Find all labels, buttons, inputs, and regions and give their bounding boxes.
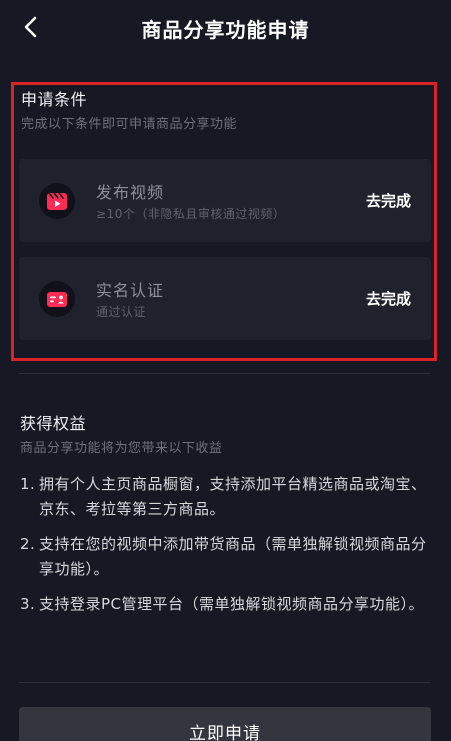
benefit-number: 2. [20, 535, 36, 553]
page: 商品分享功能申请 申请条件 完成以下条件即可申请商品分享功能 发布视频 ≥10个… [0, 0, 451, 741]
divider [19, 373, 431, 374]
benefit-text: 支持登录PC管理平台（需单独解锁视频商品分享功能）。 [39, 595, 425, 613]
benefit-number: 3. [20, 595, 36, 613]
condition-icon-badge [39, 281, 75, 317]
id-card-icon [47, 292, 67, 307]
video-clapper-icon [47, 192, 67, 210]
header-bar: 商品分享功能申请 [0, 0, 451, 56]
conditions-subtitle: 完成以下条件即可申请商品分享功能 [21, 117, 238, 132]
apply-now-label: 立即申请 [189, 724, 261, 741]
benefit-item: 1. 拥有个人主页商品橱窗，支持添加平台精选商品或淘宝、京东、考拉等第三方商品。 [20, 472, 431, 522]
complete-video-button[interactable]: 去完成 [366, 190, 411, 211]
benefit-text: 拥有个人主页商品橱窗，支持添加平台精选商品或淘宝、京东、考拉等第三方商品。 [39, 475, 427, 518]
complete-verification-button[interactable]: 去完成 [366, 288, 411, 309]
condition-desc: ≥10个（非隐私且审核通过视频） [96, 207, 286, 221]
benefits-subtitle: 商品分享功能将为您带来以下收益 [20, 441, 223, 456]
divider [19, 682, 431, 683]
condition-desc: 通过认证 [96, 305, 147, 319]
condition-icon-badge [39, 183, 75, 219]
condition-name: 发布视频 [96, 183, 165, 202]
benefits-title: 获得权益 [20, 414, 87, 433]
benefit-list: 1. 拥有个人主页商品橱窗，支持添加平台精选商品或淘宝、京东、考拉等第三方商品。… [20, 472, 431, 627]
benefit-item: 2. 支持在您的视频中添加带货商品（需单独解锁视频商品分享功能）。 [20, 532, 431, 582]
benefit-number: 1. [20, 475, 36, 493]
condition-card-real-name[interactable]: 实名认证 通过认证 去完成 [19, 257, 431, 340]
apply-now-button[interactable]: 立即申请 [19, 707, 431, 741]
benefit-item: 3. 支持登录PC管理平台（需单独解锁视频商品分享功能）。 [20, 592, 431, 617]
condition-card-publish-video[interactable]: 发布视频 ≥10个（非隐私且审核通过视频） 去完成 [19, 159, 431, 242]
conditions-title: 申请条件 [21, 90, 88, 109]
page-title: 商品分享功能申请 [141, 18, 310, 42]
condition-name: 实名认证 [96, 281, 165, 300]
benefit-text: 支持在您的视频中添加带货商品（需单独解锁视频商品分享功能）。 [39, 535, 427, 578]
